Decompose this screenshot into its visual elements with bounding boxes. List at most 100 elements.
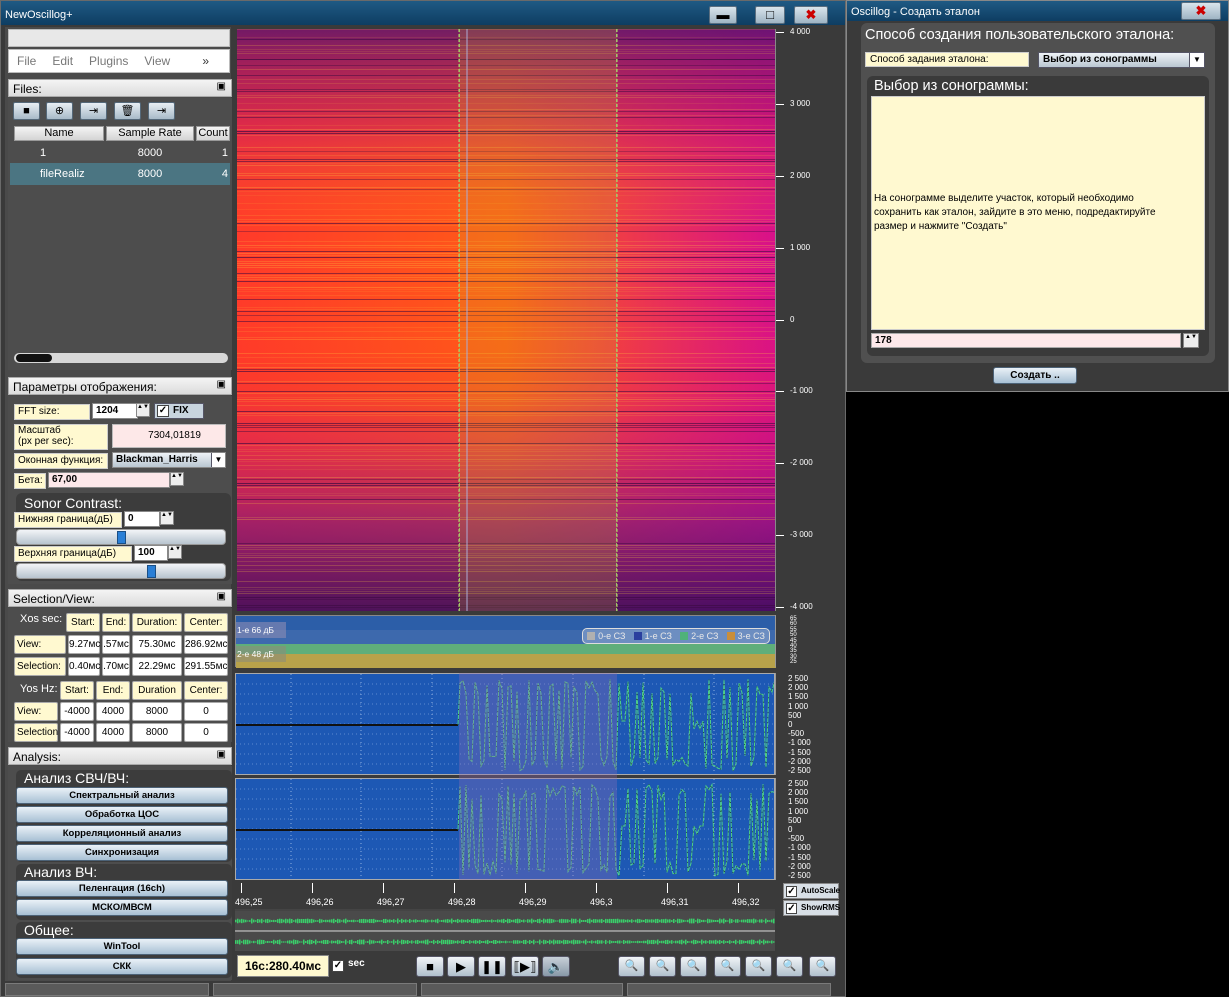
minimize-button[interactable]: ▬	[709, 6, 737, 24]
menu-plugins[interactable]: Plugins	[89, 54, 128, 68]
zoom-out-vertical-icon[interactable]: 🔍	[745, 956, 772, 977]
menu-view[interactable]: View	[144, 54, 170, 68]
analysis-header[interactable]: Analysis: ▣	[8, 747, 232, 765]
selection-region[interactable]	[459, 29, 617, 611]
dock-icon[interactable]: ▣	[217, 81, 226, 92]
zoom-in-icon[interactable]: 🔍	[618, 956, 645, 977]
zoom-in-vertical-icon[interactable]: 🔍	[714, 956, 741, 977]
pause-button[interactable]: ❚❚	[478, 956, 506, 977]
method-select[interactable]: Выбор из сонограммы ▼	[1038, 52, 1205, 68]
row1-rate[interactable]: 8000	[106, 143, 194, 163]
beta-input[interactable]: 67,00	[48, 472, 170, 488]
y-sel-end[interactable]: 4000	[96, 723, 130, 742]
direction-finding-button[interactable]: Пеленгация (16ch)	[16, 880, 228, 897]
check-icon[interactable]: ✓	[332, 960, 344, 972]
overview-sample	[513, 940, 515, 944]
correlation-analysis-button[interactable]: Корреляционный анализ	[16, 825, 228, 842]
close-button[interactable]: ✖	[794, 6, 828, 24]
row2-name[interactable]: fileRealiz	[18, 164, 108, 184]
row1-name[interactable]: 1	[18, 143, 78, 163]
col-name[interactable]: Name	[14, 126, 104, 141]
overview-sample	[677, 940, 679, 944]
x-view-duration[interactable]: 75.30мс	[132, 635, 182, 654]
lower-bound-slider[interactable]	[16, 529, 226, 545]
delete-button[interactable]: 🗑	[114, 102, 141, 120]
import-button[interactable]: ⇥	[80, 102, 107, 120]
x-sel-start[interactable]: 0.40мс	[68, 657, 100, 676]
stop-button[interactable]: ■	[416, 956, 444, 977]
upper-bound-stepper[interactable]: ▲▼	[168, 545, 182, 559]
synchronization-button[interactable]: Синхронизация	[16, 844, 228, 861]
play-selection-button[interactable]: ⟦▶⟧	[511, 956, 539, 977]
msko-button[interactable]: МСКО/МВСМ	[16, 899, 228, 916]
zoom-out-icon[interactable]: 🔍	[649, 956, 676, 977]
upper-bound-slider[interactable]	[16, 563, 226, 579]
fix-toggle[interactable]: ✓ FIX	[154, 403, 204, 419]
waveform-selection[interactable]	[459, 673, 617, 880]
autoscale-checkbox[interactable]: ✓ AutoScale	[783, 883, 840, 899]
y-sel-start[interactable]: -4000	[60, 723, 94, 742]
lower-bound-input[interactable]: 0	[124, 511, 160, 527]
row2-count[interactable]: 4	[198, 164, 232, 184]
x-view-end[interactable]: .57мс	[102, 635, 130, 654]
window-function-select[interactable]: Blackman_Harris ▼	[112, 452, 226, 468]
sec-toggle[interactable]: ✓ sec	[332, 958, 372, 976]
fft-stepper[interactable]: ▲▼	[136, 403, 150, 417]
spectral-analysis-button[interactable]: Спектральный анализ	[16, 787, 228, 804]
menu-edit[interactable]: Edit	[52, 54, 73, 68]
x-view-center[interactable]: 286.92мс	[184, 635, 228, 654]
create-button[interactable]: Создать ..	[993, 367, 1077, 384]
zoom-fit-icon[interactable]: 🔍	[680, 956, 707, 977]
scroll-thumb[interactable]	[16, 354, 52, 362]
menu-file[interactable]: File	[17, 54, 36, 68]
display-header[interactable]: Параметры отображения: ▣	[8, 377, 232, 395]
dock-icon[interactable]: ▣	[217, 591, 226, 602]
export-button[interactable]: ⇥	[148, 102, 175, 120]
wintool-button[interactable]: WinTool	[16, 938, 228, 955]
dock-icon[interactable]: ▣	[217, 749, 226, 760]
showrms-checkbox[interactable]: ✓ ShowRMS	[783, 900, 840, 916]
y-view-center[interactable]: 0	[184, 702, 228, 721]
col-sample-rate[interactable]: Sample Rate	[106, 126, 194, 141]
x-sel-center[interactable]: 291.55мс	[184, 657, 228, 676]
slider-knob[interactable]	[117, 531, 126, 544]
add-file-button[interactable]: ⊕	[46, 102, 73, 120]
dialog-close-button[interactable]: ✖	[1181, 2, 1221, 20]
fix-checkbox-icon[interactable]: ✓	[157, 405, 169, 417]
dsp-processing-button[interactable]: Обработка ЦОС	[16, 806, 228, 823]
volume-button[interactable]: 🔈	[542, 956, 570, 977]
row2-rate[interactable]: 8000	[106, 164, 194, 184]
zoom-selection-icon[interactable]: 🔍	[776, 956, 803, 977]
files-header[interactable]: Files: ▣	[8, 79, 232, 97]
y-sel-duration[interactable]: 8000	[132, 723, 182, 742]
size-stepper[interactable]: ▲▼	[1183, 333, 1199, 348]
chevron-down-icon[interactable]: ▼	[1189, 53, 1204, 67]
size-input[interactable]: 178	[871, 333, 1181, 348]
col-count[interactable]: Count	[196, 126, 230, 141]
upper-bound-input[interactable]: 100	[134, 545, 168, 561]
y-sel-center[interactable]: 0	[184, 723, 228, 742]
menu-overflow[interactable]: »	[202, 54, 209, 68]
lower-bound-stepper[interactable]: ▲▼	[160, 511, 174, 525]
skk-button[interactable]: СКК	[16, 958, 228, 975]
beta-stepper[interactable]: ▲▼	[170, 472, 184, 486]
open-folder-button[interactable]: ■	[13, 102, 40, 120]
x-sel-end[interactable]: .70мс	[102, 657, 130, 676]
maximize-button[interactable]: □	[755, 6, 785, 24]
overview-strip[interactable]	[235, 909, 775, 952]
scale-value[interactable]: 7304,01819	[112, 424, 226, 448]
fft-input[interactable]: 1204	[92, 403, 138, 419]
files-scrollbar[interactable]	[14, 353, 228, 363]
selection-header[interactable]: Selection/View: ▣	[8, 589, 232, 607]
y-view-duration[interactable]: 8000	[132, 702, 182, 721]
slider-knob[interactable]	[147, 565, 156, 578]
y-view-end[interactable]: 4000	[96, 702, 130, 721]
row1-count[interactable]: 1	[198, 143, 232, 163]
y-view-start[interactable]: -4000	[60, 702, 94, 721]
x-sel-duration[interactable]: 22.29мс	[132, 657, 182, 676]
play-button[interactable]: ▶	[447, 956, 475, 977]
dock-icon[interactable]: ▣	[217, 379, 226, 390]
x-view-start[interactable]: 9.27мс	[68, 635, 100, 654]
chevron-down-icon[interactable]: ▼	[211, 453, 225, 467]
zoom-reset-icon[interactable]: 🔍	[809, 956, 836, 977]
